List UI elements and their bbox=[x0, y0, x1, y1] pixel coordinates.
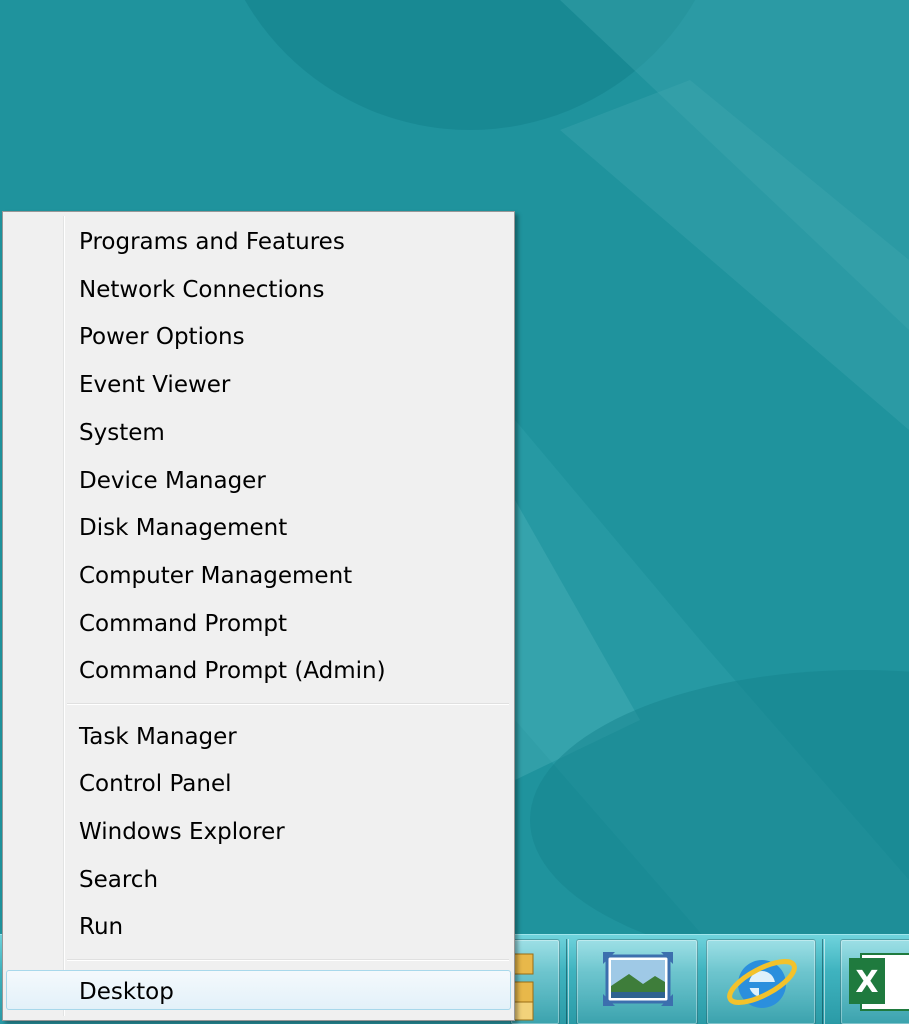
menu-item-label: Command Prompt (Admin) bbox=[79, 658, 386, 684]
menu-item-network-connections[interactable]: Network Connections bbox=[6, 269, 511, 309]
menu-separator bbox=[67, 959, 509, 961]
menu-item-desktop[interactable]: Desktop bbox=[6, 970, 511, 1010]
menu-item-label: Desktop bbox=[79, 979, 174, 1005]
taskbar-app-file-explorer[interactable] bbox=[510, 939, 560, 1024]
menu-item-event-viewer[interactable]: Event Viewer bbox=[6, 364, 511, 404]
photos-icon bbox=[603, 952, 673, 1006]
menu-item-command-prompt[interactable]: Command Prompt bbox=[6, 603, 511, 643]
menu-item-run[interactable]: Run bbox=[6, 906, 511, 946]
menu-item-label: Windows Explorer bbox=[79, 819, 285, 845]
power-user-context-menu: Programs and Features Network Connection… bbox=[2, 211, 515, 1021]
file-explorer-icon bbox=[512, 953, 534, 1021]
menu-item-label: Computer Management bbox=[79, 563, 353, 589]
menu-item-disk-management[interactable]: Disk Management bbox=[6, 507, 511, 547]
menu-item-command-prompt-admin[interactable]: Command Prompt (Admin) bbox=[6, 650, 511, 690]
menu-item-label: Event Viewer bbox=[79, 372, 231, 398]
menu-item-search[interactable]: Search bbox=[6, 859, 511, 899]
menu-item-label: Disk Management bbox=[79, 515, 288, 541]
desktop[interactable]: X Programs and Features Network Connecti… bbox=[0, 0, 909, 1024]
taskbar-app-internet-explorer[interactable] bbox=[706, 939, 816, 1024]
menu-item-windows-explorer[interactable]: Windows Explorer bbox=[6, 811, 511, 851]
menu-item-label: Search bbox=[79, 867, 159, 893]
menu-item-power-options[interactable]: Power Options bbox=[6, 316, 511, 356]
menu-item-programs-and-features[interactable]: Programs and Features bbox=[6, 221, 511, 261]
internet-explorer-icon bbox=[727, 959, 797, 1008]
menu-item-label: Device Manager bbox=[79, 468, 266, 494]
menu-item-label: Command Prompt bbox=[79, 611, 288, 637]
menu-item-computer-management[interactable]: Computer Management bbox=[6, 555, 511, 595]
menu-item-label: Programs and Features bbox=[79, 229, 345, 255]
svg-text:X: X bbox=[855, 965, 878, 1000]
menu-item-task-manager[interactable]: Task Manager bbox=[6, 716, 511, 756]
menu-item-label: Run bbox=[79, 914, 124, 940]
taskbar-separator bbox=[566, 939, 569, 1024]
menu-item-label: System bbox=[79, 420, 165, 446]
menu-item-label: Task Manager bbox=[79, 724, 237, 750]
menu-item-control-panel[interactable]: Control Panel bbox=[6, 763, 511, 803]
menu-item-label: Power Options bbox=[79, 324, 245, 350]
taskbar-app-excel[interactable]: X bbox=[840, 939, 909, 1024]
menu-item-system[interactable]: System bbox=[6, 412, 511, 452]
menu-item-label: Control Panel bbox=[79, 771, 232, 797]
taskbar-app-photos[interactable] bbox=[576, 939, 698, 1024]
menu-item-label: Network Connections bbox=[79, 277, 325, 303]
taskbar-separator bbox=[822, 939, 825, 1024]
menu-separator bbox=[67, 703, 509, 705]
excel-icon: X bbox=[849, 953, 909, 1011]
menu-item-device-manager[interactable]: Device Manager bbox=[6, 460, 511, 500]
